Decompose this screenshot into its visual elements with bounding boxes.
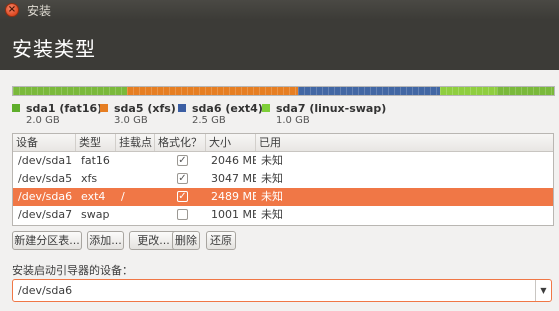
cell-size: 2489 MB [211,190,256,203]
table-row[interactable]: /dev/sda1 fat16 ✓ 2046 MB 未知 [13,152,553,170]
legend-name: sda7 (linux-swap) [276,102,387,115]
format-checkbox[interactable]: ✓ [177,172,188,184]
legend-swatch [12,104,20,112]
partition-bar [12,86,555,96]
cell-device: /dev/sda5 [18,172,73,185]
legend-swatch [100,104,108,112]
bootloader-label: 安装启动引导器的设备： [12,264,133,277]
legend-size: 1.0 GB [276,115,310,126]
cell-type: fat16 [81,154,110,167]
column-header-size[interactable]: 大小 [206,134,256,151]
cell-size: 2046 MB [211,154,256,167]
cell-format: ✓ [155,170,206,188]
partition-segment-free [497,87,554,95]
partition-segment-sda5 [127,87,299,95]
cell-used: 未知 [261,172,283,185]
table-row[interactable]: /dev/sda7 swap 1001 MB 未知 [13,206,553,224]
format-checkbox[interactable]: ✓ [177,154,188,166]
add-button[interactable]: 添加... [87,231,124,250]
cell-device: /dev/sda6 [18,190,73,203]
cell-mount [116,206,155,224]
partition-segment-sda6 [298,87,441,95]
change-button[interactable]: 更改... [129,231,178,250]
column-header-type[interactable]: 类型 [76,134,116,151]
column-header-used[interactable]: 已用 [256,134,553,151]
legend-swatch [262,104,270,112]
legend-name: sda6 (ext4) [192,102,263,115]
cell-used: 未知 [261,190,283,203]
revert-button[interactable]: 还原 [206,231,236,250]
column-header-mount[interactable]: 挂载点 [116,134,155,151]
legend-name: sda5 (xfs) [114,102,176,115]
close-icon[interactable]: × [5,3,19,17]
partition-table: 设备 类型 挂载点 格式化？ 大小 已用 /dev/sda1 fat16 ✓ 2046… [12,133,554,226]
cell-device: /dev/sda1 [18,154,73,167]
cell-mount [116,152,155,170]
bootloader-device-select[interactable]: /dev/sda6 ▼ [12,279,552,302]
legend-size: 3.0 GB [114,115,148,126]
legend-swatch [178,104,186,112]
cell-format [155,206,206,224]
legend-name: sda1 (fat16) [26,102,103,115]
bootloader-device-value: /dev/sda6 [18,284,73,297]
chevron-down-icon[interactable]: ▼ [535,280,551,301]
partition-segment-sda7 [440,87,498,95]
format-checkbox[interactable] [177,208,188,220]
cell-used: 未知 [261,154,283,167]
cell-size: 1001 MB [211,208,256,221]
format-checkbox[interactable]: ✓ [177,190,188,202]
cell-format: ✓ [155,152,206,170]
legend-size: 2.5 GB [192,115,226,126]
table-row[interactable]: /dev/sda6 ext4 / ✓ 2489 MB 未知 [13,188,553,206]
delete-button[interactable]: 删除 [172,231,200,250]
column-header-format[interactable]: 格式化？ [155,134,206,151]
cell-type: swap [81,208,110,221]
partition-legend: sda1 (fat16) 2.0 GB sda5 (xfs) 3.0 GB sd… [12,102,555,128]
new-partition-table-button[interactable]: 新建分区表... [12,231,82,250]
legend-size: 2.0 GB [26,115,60,126]
partition-segment-sda1 [13,87,128,95]
cell-format: ✓ [155,188,206,206]
header-band: 安装类型 [0,20,559,70]
table-row[interactable]: /dev/sda5 xfs ✓ 3047 MB 未知 [13,170,553,188]
cell-mount: / [121,190,125,203]
cell-mount [116,170,155,188]
cell-used: 未知 [261,208,283,221]
cell-type: xfs [81,172,98,185]
cell-type: ext4 [81,190,106,203]
window-title: 安装 [27,3,52,18]
cell-size: 3047 MB [211,172,256,185]
column-header-device[interactable]: 设备 [13,134,76,151]
cell-device: /dev/sda7 [18,208,73,221]
title-bar: × 安装 [0,0,559,20]
table-header: 设备 类型 挂载点 格式化？ 大小 已用 [13,134,553,152]
page-title: 安装类型 [12,37,96,61]
